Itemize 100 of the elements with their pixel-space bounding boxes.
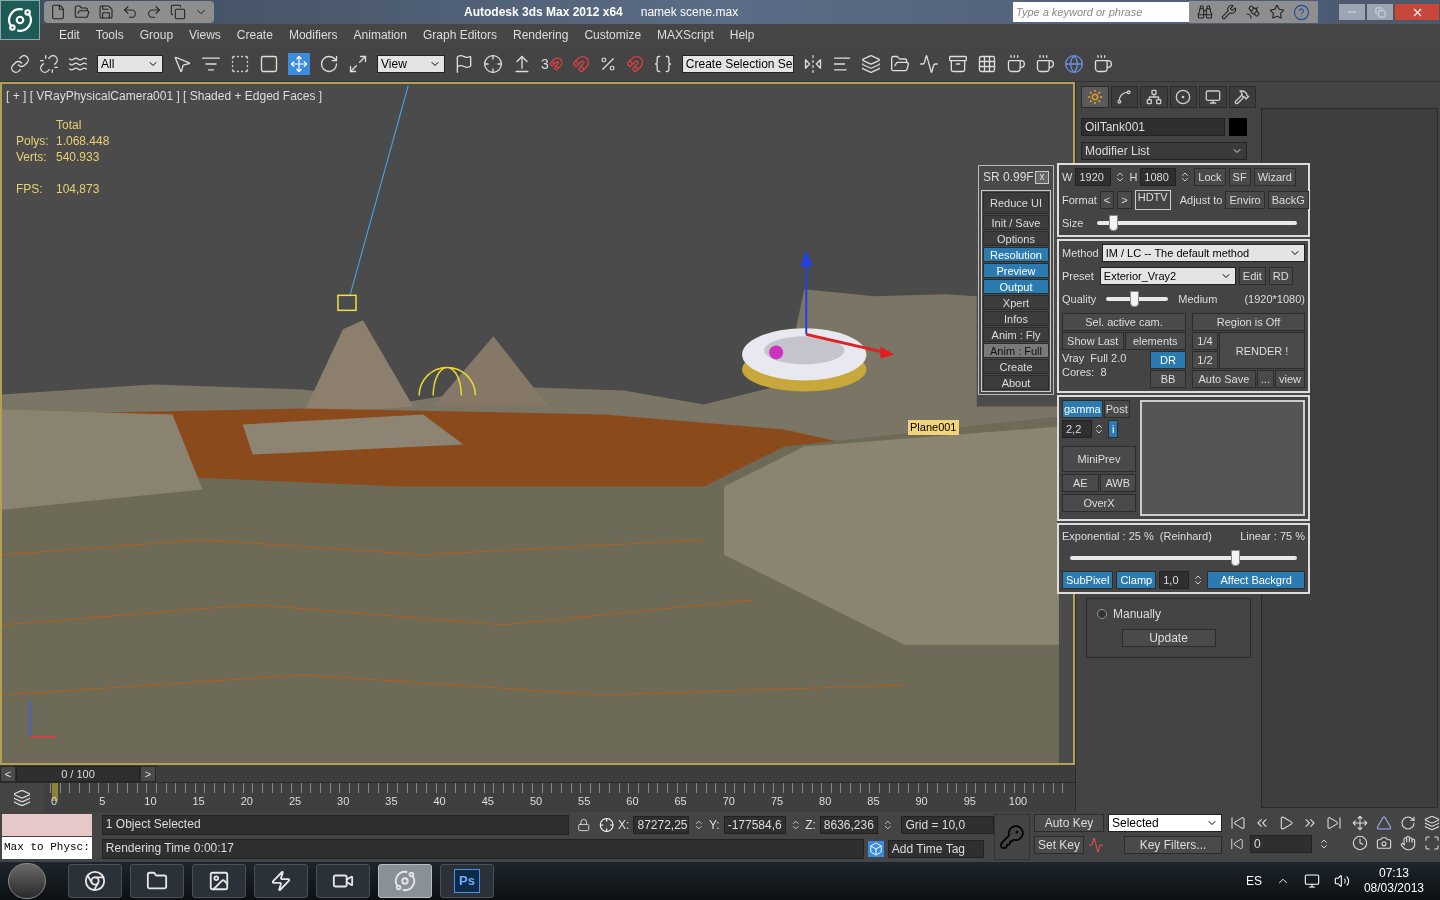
- scale-icon[interactable]: [348, 53, 368, 74]
- format-field[interactable]: HDTV: [1134, 190, 1171, 210]
- listener-field[interactable]: Max to Physc:: [2, 837, 92, 859]
- sr-menu-button[interactable]: Resolution: [983, 247, 1049, 262]
- radio-button[interactable]: [1097, 609, 1107, 619]
- key-mode-dropdown[interactable]: Selected: [1108, 814, 1222, 832]
- preset-dropdown[interactable]: Exterior_Vray2: [1099, 267, 1236, 285]
- rotate-icon[interactable]: [319, 53, 339, 74]
- modifier-list-dropdown[interactable]: Modifier List: [1081, 142, 1247, 160]
- menu-item[interactable]: Customize: [577, 26, 649, 44]
- sr-menu-button[interactable]: Create: [983, 359, 1049, 374]
- set-key-button[interactable]: Set Key: [1033, 836, 1084, 854]
- mini-preview-button[interactable]: MiniPrev: [1062, 446, 1136, 472]
- spaceship-drawing[interactable]: [742, 328, 867, 392]
- menu-item[interactable]: MAXScript: [650, 26, 721, 44]
- pan-icon[interactable]: [1352, 815, 1368, 831]
- grid-size-field[interactable]: Grid = 10,0: [901, 816, 994, 834]
- command-panel-tab[interactable]: [1199, 86, 1227, 108]
- close-button[interactable]: x: [1035, 170, 1049, 184]
- slider-thumb[interactable]: [1230, 549, 1240, 566]
- next-frame-button[interactable]: >: [140, 765, 156, 782]
- sr-menu-button[interactable]: Anim : Fly: [983, 327, 1049, 342]
- previous-format-button[interactable]: <: [1099, 191, 1115, 209]
- gamma-button[interactable]: gamma: [1062, 400, 1103, 418]
- auto-key-button[interactable]: Auto Key: [1033, 814, 1104, 832]
- minimize-button[interactable]: [1338, 3, 1366, 21]
- command-panel-tab[interactable]: [1081, 86, 1109, 108]
- mirror-icon[interactable]: [802, 53, 823, 74]
- move-gizmo-drawing[interactable]: [800, 250, 895, 359]
- add-time-tag-field[interactable]: Add Time Tag: [887, 840, 984, 858]
- current-frame-field[interactable]: 0: [1250, 835, 1312, 853]
- taskbar-app-button[interactable]: [130, 864, 184, 898]
- sr-menu-button[interactable]: Output: [983, 279, 1049, 294]
- redo-icon[interactable]: [146, 4, 162, 20]
- open-folder-icon[interactable]: [74, 4, 90, 20]
- preset-button[interactable]: Edit: [1238, 267, 1266, 285]
- percent-snap-icon[interactable]: [598, 54, 617, 73]
- go-to-start-icon[interactable]: [1230, 815, 1246, 831]
- restore-button[interactable]: [1366, 3, 1394, 21]
- undo-icon[interactable]: [122, 4, 138, 20]
- reference-coordinate-dropdown[interactable]: View: [377, 54, 445, 73]
- spinner-icon[interactable]: [1318, 838, 1330, 850]
- taskbar-app-button[interactable]: [316, 864, 370, 898]
- sr-menu-button[interactable]: About: [983, 375, 1049, 390]
- menu-item[interactable]: Group: [132, 26, 181, 44]
- satellite-icon[interactable]: [1245, 4, 1261, 20]
- sr-menu-button[interactable]: Options: [983, 231, 1049, 246]
- light-dome-drawing[interactable]: [418, 366, 477, 397]
- resolution-option-button[interactable]: Lock: [1194, 168, 1226, 186]
- awb-button[interactable]: AWB: [1099, 474, 1136, 492]
- menu-item[interactable]: Rendering: [506, 26, 576, 44]
- taskbar-app-button[interactable]: Ps: [440, 864, 494, 898]
- viewport-label[interactable]: [ + ] [ VRayPhysicalCamera001 ] [ Shaded + Edged Faces ]: [6, 87, 323, 105]
- wrench-icon[interactable]: [1221, 4, 1237, 20]
- sr-menu-button[interactable]: Init / Save: [983, 215, 1049, 230]
- sr-menu-button[interactable]: Reduce UI: [983, 192, 1049, 214]
- view-button[interactable]: view: [1275, 370, 1305, 388]
- selection-status[interactable]: 1 Object Selected: [101, 815, 570, 835]
- resolution-option-button[interactable]: Wizard: [1253, 168, 1296, 186]
- subpixel-button[interactable]: SubPixel: [1062, 570, 1114, 589]
- curve-editor-icon[interactable]: [918, 53, 939, 74]
- hand-icon[interactable]: [1400, 835, 1416, 851]
- next-format-button[interactable]: >: [1117, 191, 1132, 209]
- show-last-button[interactable]: Show Last: [1062, 332, 1124, 350]
- half-size-button[interactable]: 1/2: [1192, 351, 1218, 369]
- save-icon[interactable]: [98, 4, 114, 20]
- menu-item[interactable]: Create: [229, 26, 280, 44]
- go-to-end-icon[interactable]: [1326, 815, 1342, 831]
- region-select-icon[interactable]: [230, 53, 250, 74]
- track-bar[interactable]: 0 5 10 15 20 25 30 35 40 45 50 55 60 65 70 75 80 85 90 95 100: [44, 783, 1075, 812]
- preview-area[interactable]: [1140, 400, 1305, 516]
- object-color-swatch[interactable]: [1229, 118, 1247, 136]
- edit-named-selection-icon[interactable]: [652, 53, 673, 74]
- object-name-field[interactable]: OilTank001: [1081, 118, 1225, 136]
- post-button[interactable]: Post: [1103, 400, 1130, 418]
- command-panel-tab[interactable]: [1140, 86, 1168, 108]
- menu-item[interactable]: Animation: [346, 26, 414, 44]
- clamp-button[interactable]: Clamp: [1116, 570, 1157, 589]
- search-field[interactable]: Type a keyword or phrase: [1013, 2, 1189, 22]
- spinner-icon[interactable]: [1093, 423, 1105, 435]
- preset-button[interactable]: RD: [1268, 267, 1293, 285]
- more-button[interactable]: ...: [1256, 370, 1274, 388]
- region-button[interactable]: Region is Off: [1192, 313, 1305, 331]
- lock-icon[interactable]: [577, 818, 591, 832]
- distributed-render-button[interactable]: DR: [1150, 351, 1186, 369]
- taskbar-app-button[interactable]: [192, 864, 246, 898]
- volume-icon[interactable]: [1333, 873, 1350, 889]
- time-slider-thumb[interactable]: 0 / 100: [16, 765, 140, 782]
- y-coordinate-field[interactable]: -177584,6: [723, 816, 786, 834]
- auto-exposure-button[interactable]: AE: [1062, 474, 1099, 492]
- start-button[interactable]: [8, 863, 46, 899]
- update-button[interactable]: Update: [1121, 629, 1216, 647]
- new-file-icon[interactable]: [50, 4, 66, 20]
- selection-filter-dropdown[interactable]: All: [97, 54, 163, 73]
- auto-save-button[interactable]: Auto Save: [1192, 370, 1256, 388]
- named-selection-dropdown[interactable]: Create Selection Se: [681, 54, 794, 73]
- unlink-icon[interactable]: [39, 53, 59, 74]
- menu-item[interactable]: Views: [182, 26, 228, 44]
- previous-frame-button[interactable]: <: [0, 765, 16, 782]
- play-icon[interactable]: [1278, 815, 1294, 831]
